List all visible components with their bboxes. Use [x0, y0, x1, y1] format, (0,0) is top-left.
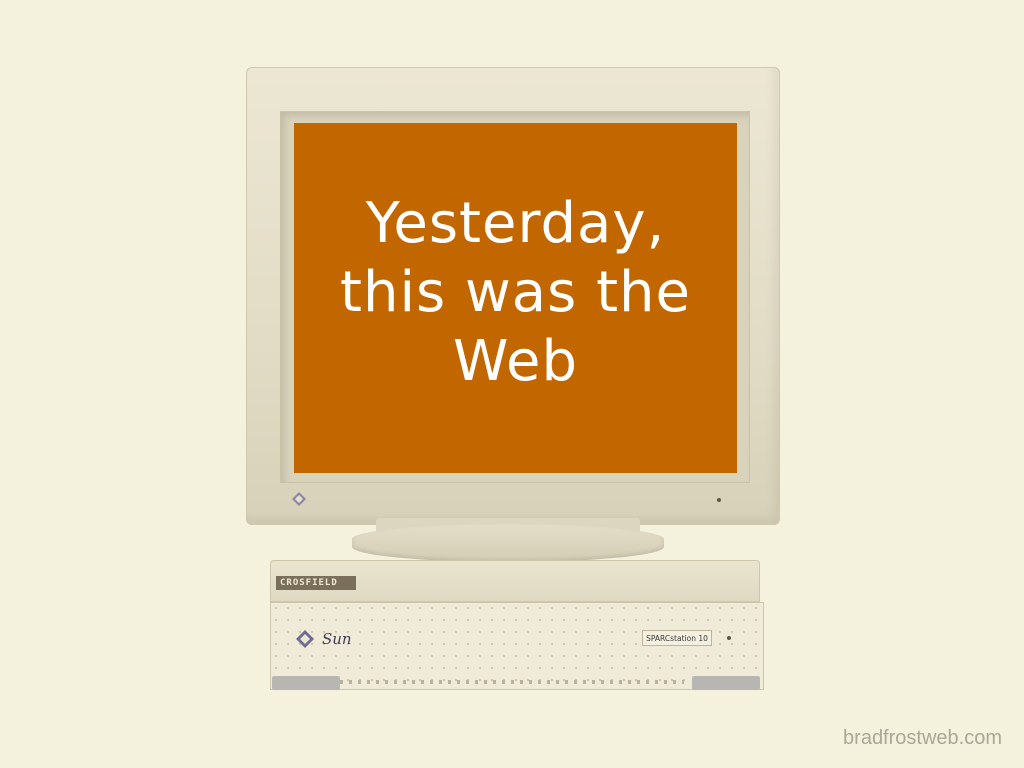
sun-logo-icon — [296, 630, 314, 648]
monitor-bezel: Yesterday, this was the Web — [280, 111, 750, 483]
monitor-power-led — [717, 498, 721, 502]
sun-diamond-icon — [292, 492, 306, 506]
base-unit-top: CROSFIELD — [270, 560, 760, 602]
heading-line-1: Yesterday, — [365, 190, 666, 256]
heading-line-3: Web — [452, 328, 579, 394]
model-plate: SPARCstation 10 — [642, 630, 712, 646]
heading-line-2: this was the — [340, 259, 691, 325]
base-foot-left — [272, 676, 340, 690]
monitor-stand — [352, 524, 664, 562]
maker-label: Sun — [322, 630, 352, 648]
front-vent — [340, 680, 684, 684]
monitor-screen: Yesterday, this was the Web — [294, 123, 737, 473]
base-power-led — [727, 636, 731, 640]
site-watermark: bradfrostweb.com — [843, 727, 1002, 749]
base-foot-right — [692, 676, 760, 690]
crt-monitor: Yesterday, this was the Web — [246, 67, 780, 525]
slide: Yesterday, this was the Web CROSFIELD Su… — [0, 0, 1024, 768]
base-unit-front: Sun SPARCstation 10 — [270, 602, 764, 690]
brand-badge: CROSFIELD — [276, 576, 356, 590]
slide-heading: Yesterday, this was the Web — [340, 189, 691, 396]
